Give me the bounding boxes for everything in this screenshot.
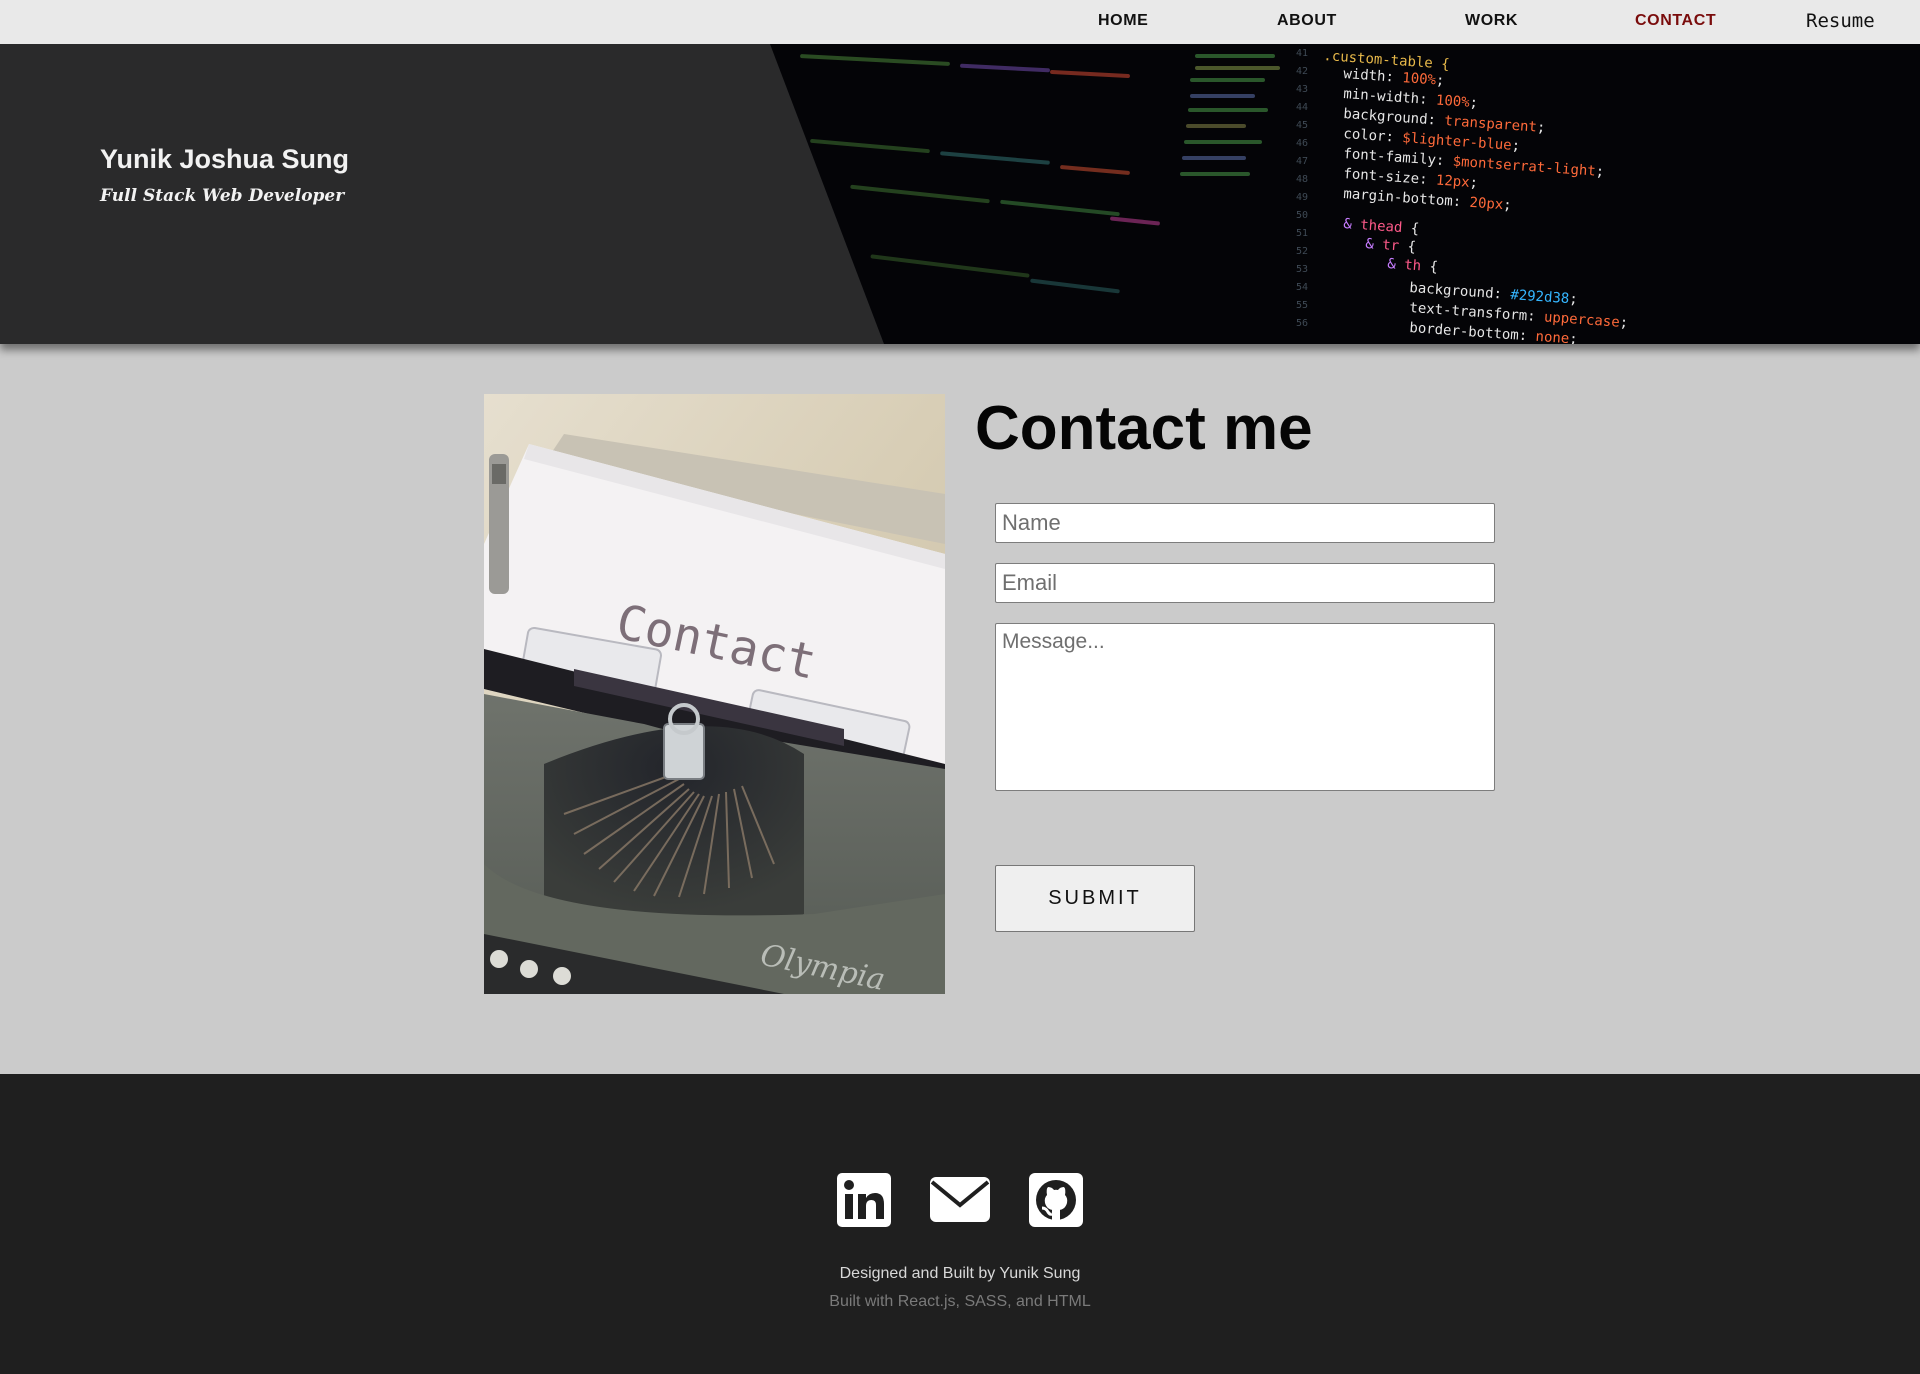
hero-name: Yunik Joshua Sung (100, 144, 350, 174)
nav-link-contact[interactable]: CONTACT (1635, 12, 1716, 30)
contact-typewriter-image: Contact Olympia (484, 394, 945, 994)
email-icon[interactable] (929, 1172, 991, 1228)
hero-subtitle: Full Stack Web Developer (100, 186, 345, 206)
nav-link-resume[interactable]: Resume (1806, 10, 1875, 32)
footer-built-with: Built with React.js, SASS, and HTML (829, 1293, 1091, 1310)
linkedin-icon[interactable] (836, 1172, 892, 1228)
submit-button[interactable]: SUBMIT (995, 865, 1195, 932)
contact-title: Contact me (975, 394, 1313, 463)
footer-credit: Designed and Built by Yunik Sung (839, 1265, 1081, 1282)
name-input[interactable] (995, 503, 1495, 543)
top-navigation: HOME ABOUT WORK CONTACT Resume (0, 0, 1920, 44)
nav-link-about[interactable]: ABOUT (1277, 12, 1337, 30)
nav-link-home[interactable]: HOME (1098, 12, 1148, 30)
github-icon[interactable] (1028, 1172, 1084, 1228)
hero-banner: 41 42 43 44 45 46 47 48 49 50 51 52 53 5… (0, 44, 1920, 344)
message-textarea[interactable] (995, 623, 1495, 791)
email-input[interactable] (995, 563, 1495, 603)
nav-link-work[interactable]: WORK (1465, 12, 1518, 30)
